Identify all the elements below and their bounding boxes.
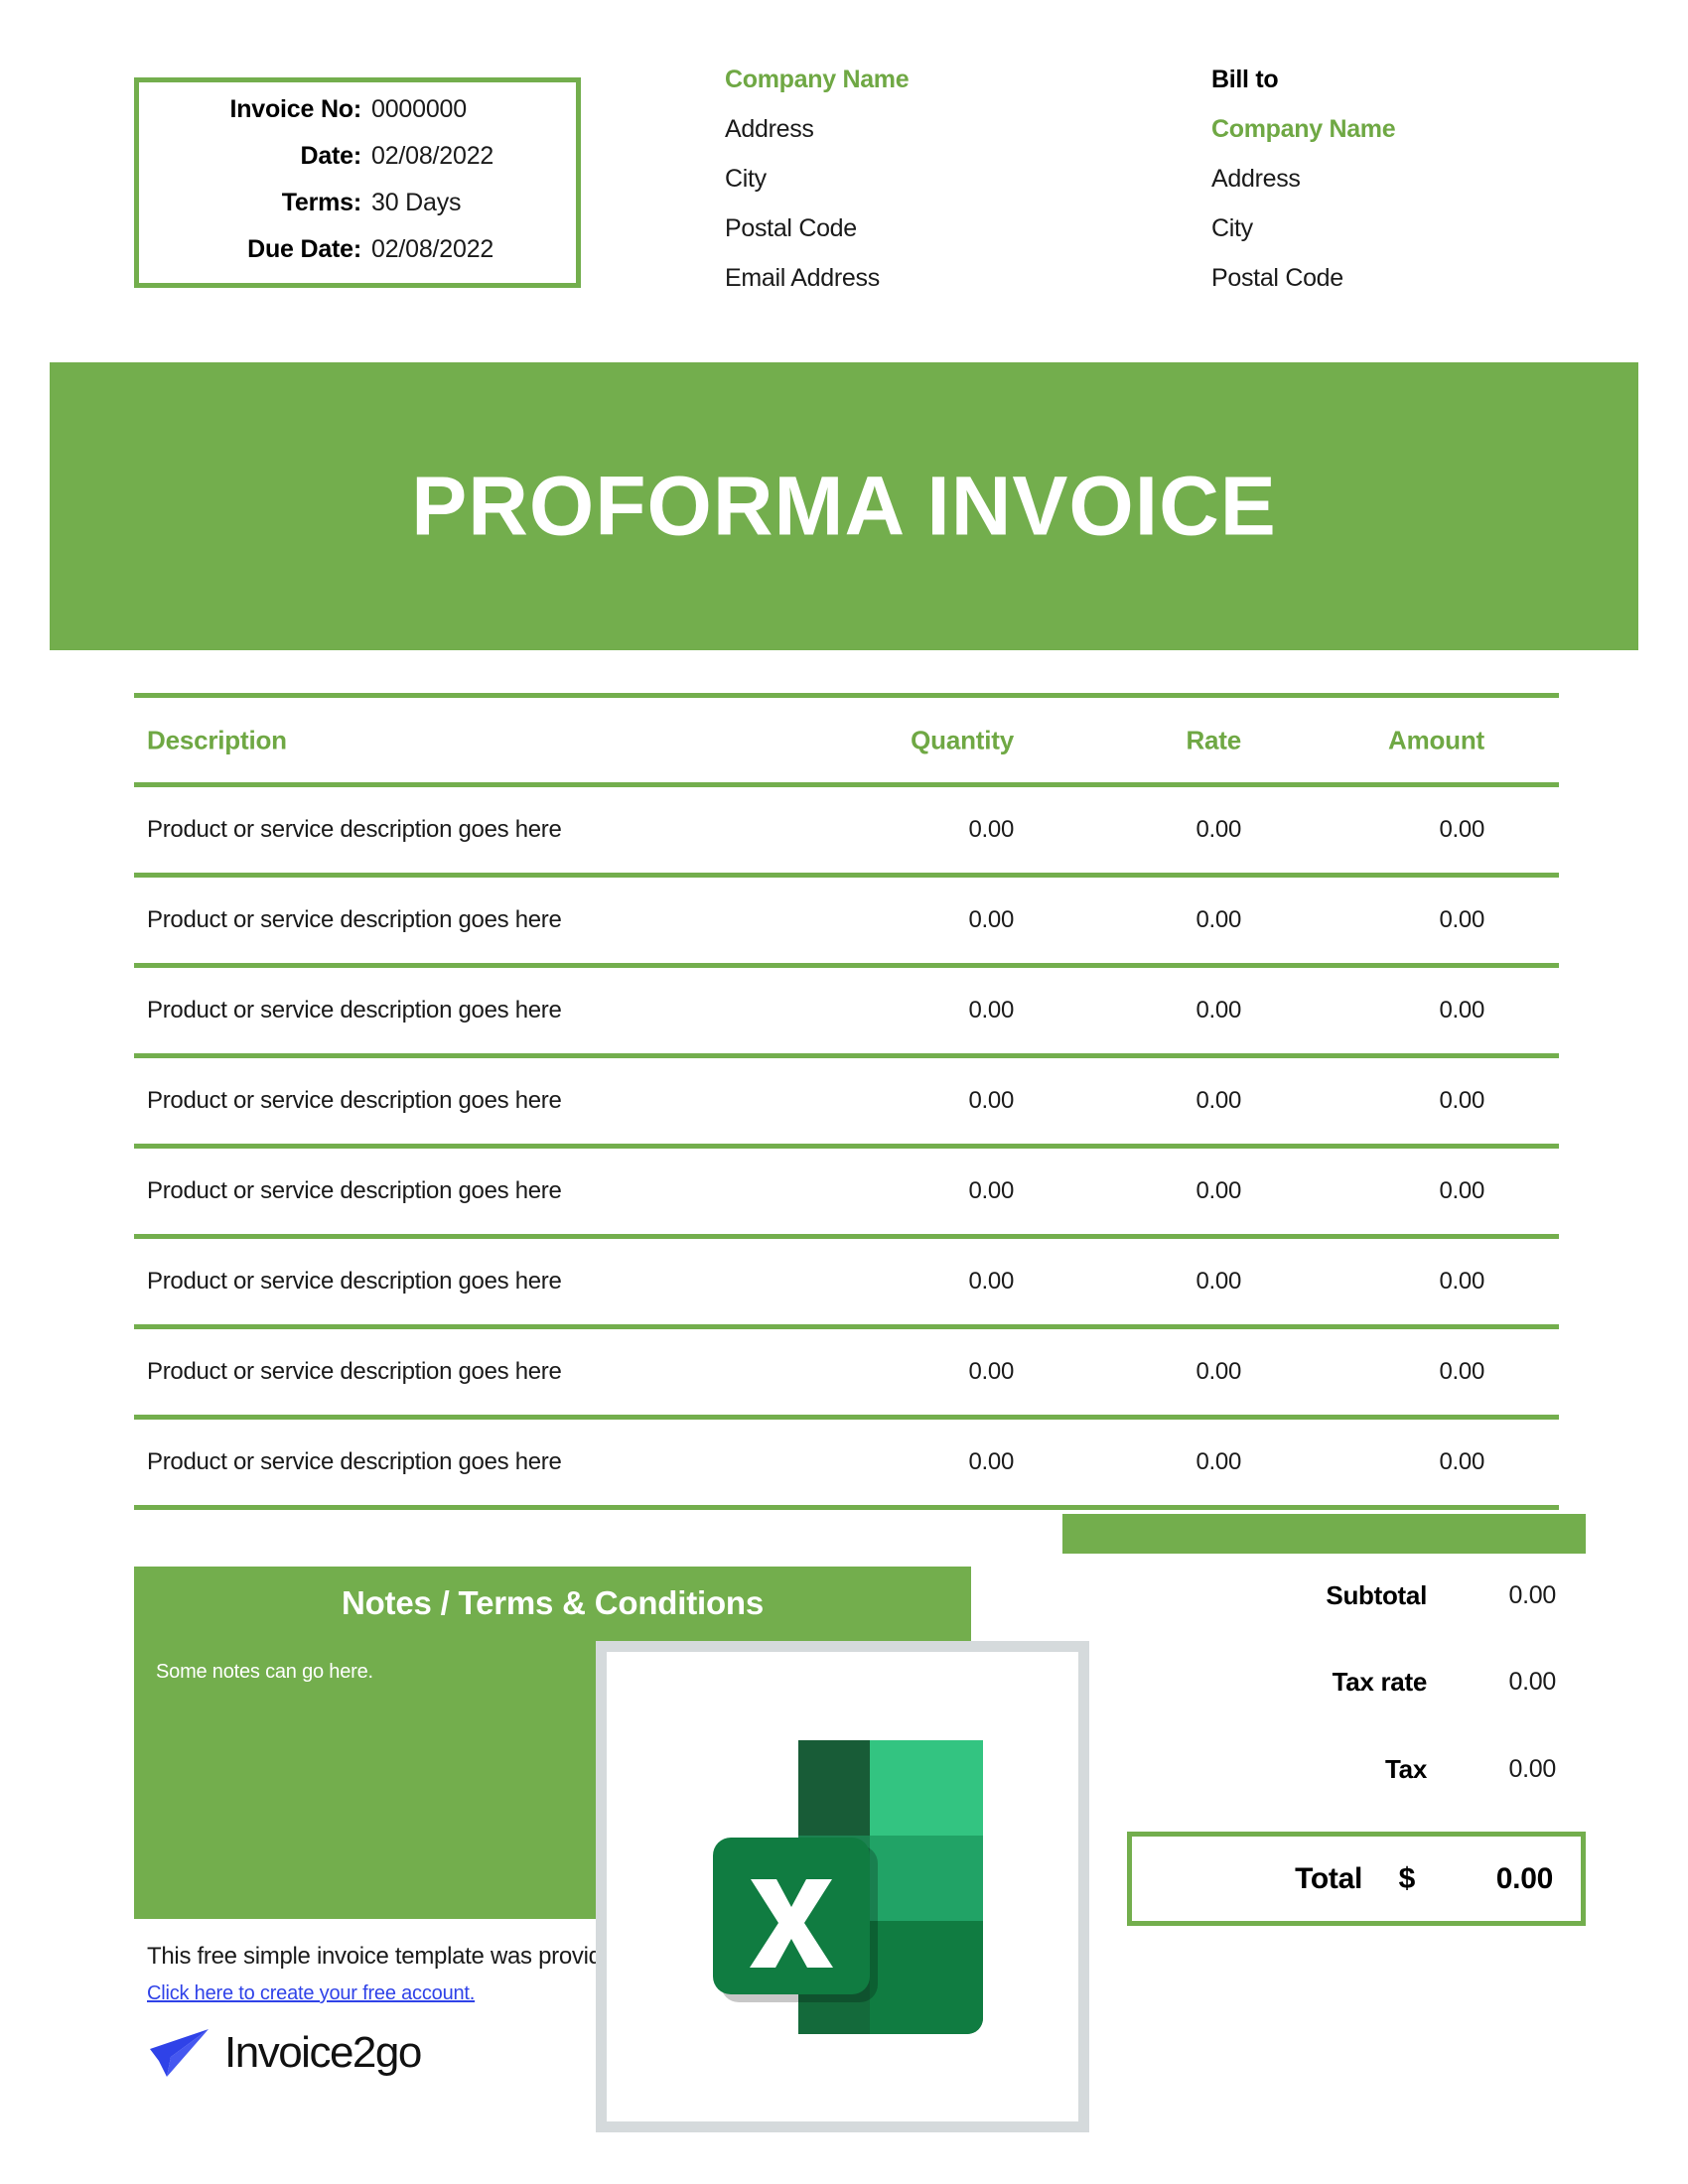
tax-label: Tax: [1385, 1753, 1427, 1784]
bill-to-address[interactable]: Address: [1211, 165, 1628, 194]
company-name[interactable]: Company Name: [725, 66, 1142, 94]
date-label: Date:: [300, 142, 361, 170]
meta-row-terms: Terms: 30 Days: [139, 180, 576, 226]
bill-to-city[interactable]: City: [1211, 214, 1628, 243]
cell-quantity[interactable]: 0.00: [885, 1268, 1014, 1296]
total-box: Total $ 0.00: [1127, 1832, 1586, 1926]
table-row[interactable]: Product or service description goes here…: [134, 968, 1559, 1053]
tax-rate-label: Tax rate: [1332, 1666, 1428, 1697]
column-header-amount: Amount: [1388, 725, 1484, 754]
cell-rate[interactable]: 0.00: [1112, 1358, 1241, 1386]
microsoft-excel-icon: [712, 1739, 983, 2034]
total-label: Total: [1295, 1861, 1362, 1895]
bill-to-postal-code[interactable]: Postal Code: [1211, 264, 1628, 293]
column-header-rate: Rate: [1186, 725, 1241, 754]
invoice2go-logo-text: Invoice2go: [224, 2028, 422, 2077]
bill-to-company-name[interactable]: Company Name: [1211, 115, 1628, 144]
due-date-value[interactable]: 02/08/2022: [369, 235, 493, 264]
table-bottom-rule: [134, 1505, 1559, 1510]
cell-rate[interactable]: 0.00: [1112, 906, 1241, 934]
table-header-row: Description Quantity Rate Amount: [134, 698, 1559, 782]
cell-rate[interactable]: 0.00: [1112, 997, 1241, 1024]
cell-amount[interactable]: 0.00: [1355, 997, 1484, 1024]
cell-amount[interactable]: 0.00: [1355, 1448, 1484, 1476]
cell-description[interactable]: Product or service description goes here: [147, 1087, 562, 1115]
invoice-no-value[interactable]: 0000000: [369, 95, 467, 124]
table-row[interactable]: Product or service description goes here…: [134, 1239, 1559, 1324]
meta-row-date: Date: 02/08/2022: [139, 133, 576, 180]
meta-row-invoice-no: Invoice No: 0000000: [139, 86, 576, 133]
invoice-page: Invoice No: 0000000 Date: 02/08/2022 Ter…: [0, 0, 1688, 2184]
cell-quantity[interactable]: 0.00: [885, 1448, 1014, 1476]
table-row[interactable]: Product or service description goes here…: [134, 1420, 1559, 1505]
total-value[interactable]: 0.00: [1442, 1862, 1581, 1896]
excel-file-overlay: [596, 1641, 1089, 2132]
paper-plane-icon: [150, 2029, 209, 2077]
cell-quantity[interactable]: 0.00: [885, 997, 1014, 1024]
cell-description[interactable]: Product or service description goes here: [147, 997, 562, 1024]
cell-amount[interactable]: 0.00: [1355, 1087, 1484, 1115]
totals-green-bar: [1062, 1514, 1586, 1554]
company-email[interactable]: Email Address: [725, 264, 1142, 293]
bill-to-block: Bill to Company Name Address City Postal…: [1211, 66, 1628, 314]
tax-rate-row: Tax rate 0.00: [1127, 1662, 1586, 1702]
invoice-no-label: Invoice No:: [229, 95, 361, 123]
notes-title: Notes / Terms & Conditions: [341, 1584, 765, 1621]
cell-rate[interactable]: 0.00: [1112, 1177, 1241, 1205]
cell-description[interactable]: Product or service description goes here: [147, 1177, 562, 1205]
cell-description[interactable]: Product or service description goes here: [147, 906, 562, 934]
invoice2go-logo: Invoice2go: [147, 2023, 422, 2083]
company-city[interactable]: City: [725, 165, 1142, 194]
meta-row-due-date: Due Date: 02/08/2022: [139, 226, 576, 273]
table-row[interactable]: Product or service description goes here…: [134, 1329, 1559, 1415]
column-header-description: Description: [147, 725, 287, 754]
table-row[interactable]: Product or service description goes here…: [134, 878, 1559, 963]
table-row[interactable]: Product or service description goes here…: [134, 1058, 1559, 1144]
cell-rate[interactable]: 0.00: [1112, 1448, 1241, 1476]
page-title: PROFORMA INVOICE: [411, 459, 1277, 553]
cell-quantity[interactable]: 0.00: [885, 1358, 1014, 1386]
cell-quantity[interactable]: 0.00: [885, 1177, 1014, 1205]
notes-body[interactable]: Some notes can go here.: [156, 1661, 373, 1684]
create-account-link[interactable]: Click here to create your free account.: [147, 1982, 475, 2005]
date-value[interactable]: 02/08/2022: [369, 142, 493, 171]
invoice-meta-box: Invoice No: 0000000 Date: 02/08/2022 Ter…: [134, 77, 581, 288]
due-date-label: Due Date:: [247, 235, 361, 263]
cell-rate[interactable]: 0.00: [1112, 1268, 1241, 1296]
cell-amount[interactable]: 0.00: [1355, 816, 1484, 844]
cell-description[interactable]: Product or service description goes here: [147, 816, 562, 844]
subtotal-value[interactable]: 0.00: [1457, 1581, 1586, 1610]
total-currency-symbol: $: [1398, 1861, 1416, 1895]
cell-description[interactable]: Product or service description goes here: [147, 1268, 562, 1296]
cell-rate[interactable]: 0.00: [1112, 816, 1241, 844]
cell-amount[interactable]: 0.00: [1355, 1268, 1484, 1296]
cell-quantity[interactable]: 0.00: [885, 816, 1014, 844]
tax-value[interactable]: 0.00: [1457, 1755, 1586, 1784]
subtotal-row: Subtotal 0.00: [1127, 1575, 1586, 1615]
subtotal-label: Subtotal: [1326, 1579, 1427, 1610]
bill-to-heading: Bill to: [1211, 66, 1279, 93]
company-postal-code[interactable]: Postal Code: [725, 214, 1142, 243]
tax-rate-value[interactable]: 0.00: [1457, 1668, 1586, 1697]
table-row[interactable]: Product or service description goes here…: [134, 1149, 1559, 1234]
company-address[interactable]: Address: [725, 115, 1142, 144]
column-header-quantity: Quantity: [911, 725, 1014, 754]
company-details-block: Company Name Address City Postal Code Em…: [725, 66, 1142, 314]
terms-value[interactable]: 30 Days: [369, 189, 462, 217]
cell-amount[interactable]: 0.00: [1355, 906, 1484, 934]
cell-quantity[interactable]: 0.00: [885, 906, 1014, 934]
cell-amount[interactable]: 0.00: [1355, 1177, 1484, 1205]
cell-quantity[interactable]: 0.00: [885, 1087, 1014, 1115]
terms-label: Terms:: [281, 189, 362, 216]
cell-rate[interactable]: 0.00: [1112, 1087, 1241, 1115]
cell-description[interactable]: Product or service description goes here: [147, 1358, 562, 1386]
tax-row: Tax 0.00: [1127, 1749, 1586, 1789]
line-items-table: Description Quantity Rate Amount Product…: [134, 693, 1559, 1510]
cell-description[interactable]: Product or service description goes here: [147, 1448, 562, 1476]
title-banner: PROFORMA INVOICE: [50, 362, 1638, 650]
cell-amount[interactable]: 0.00: [1355, 1358, 1484, 1386]
table-row[interactable]: Product or service description goes here…: [134, 787, 1559, 873]
